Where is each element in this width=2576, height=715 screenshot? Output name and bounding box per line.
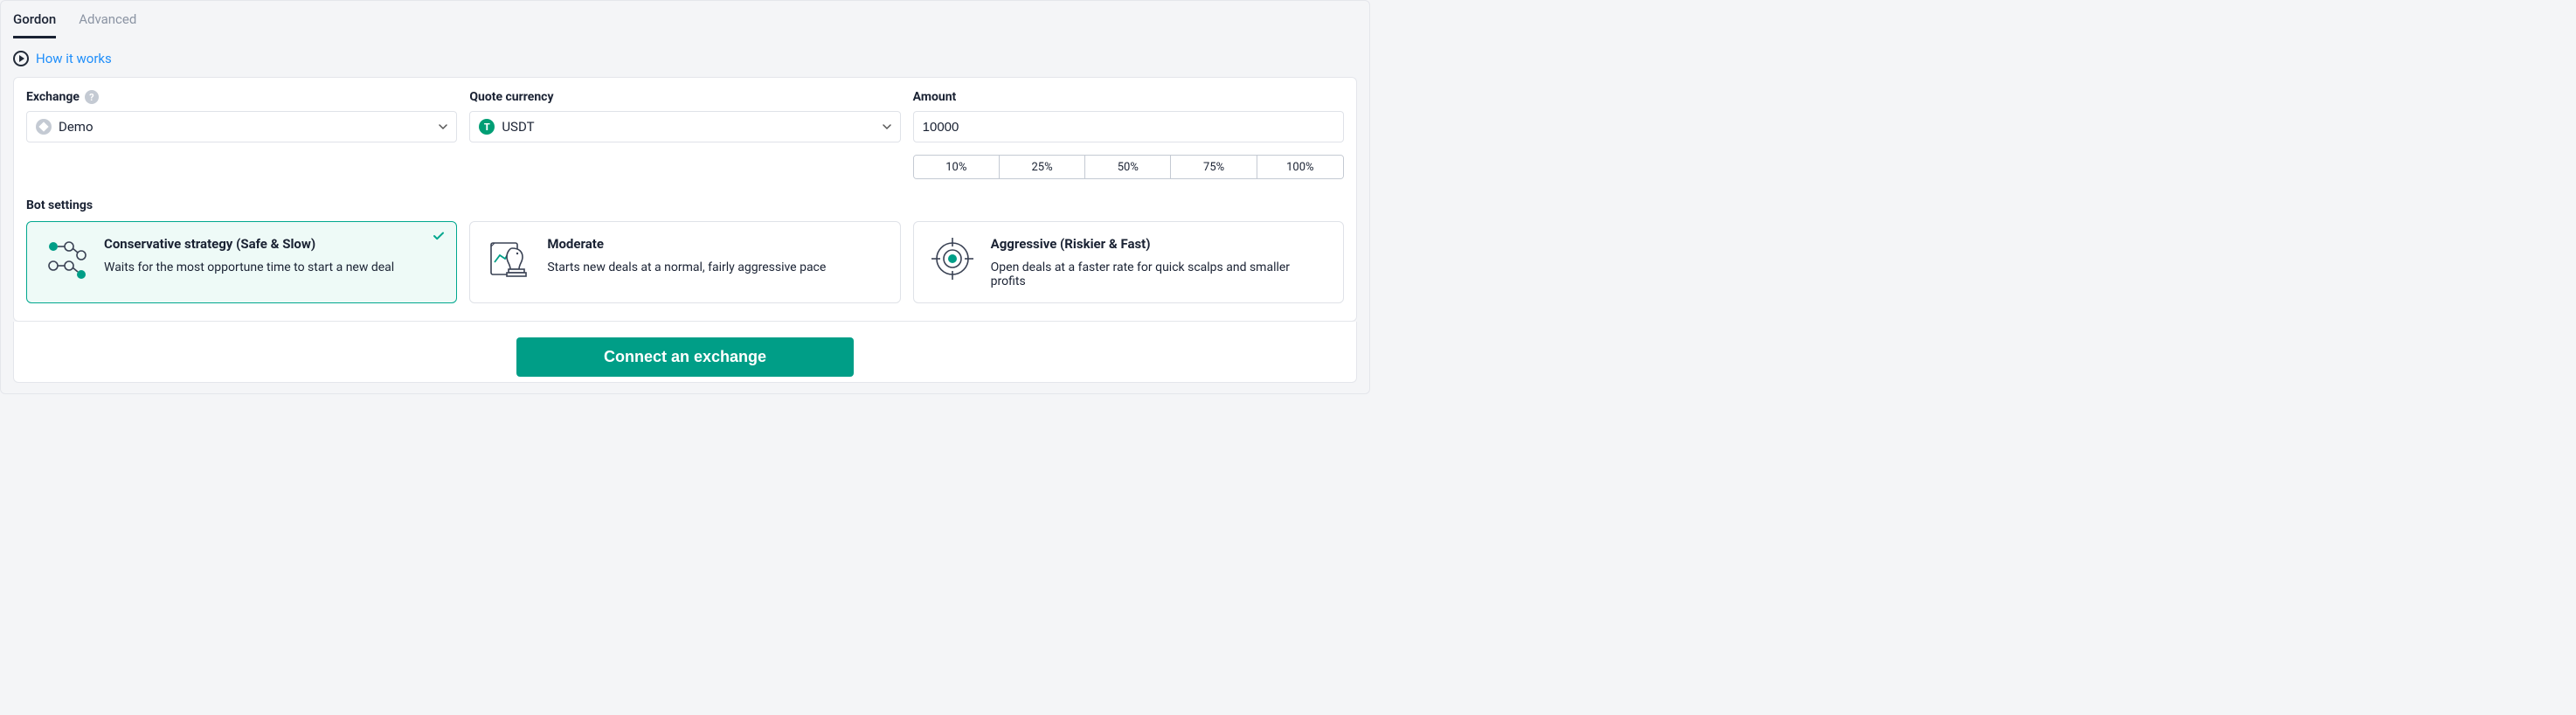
quote-currency-label: Quote currency bbox=[469, 90, 553, 104]
strategy-moderate-desc: Starts new deals at a normal, fairly agg… bbox=[547, 260, 826, 274]
tab-gordon[interactable]: Gordon bbox=[13, 6, 56, 38]
strategy-moderate[interactable]: Moderate Starts new deals at a normal, f… bbox=[469, 221, 900, 303]
exchange-field: Exchange ? Demo bbox=[26, 90, 457, 179]
pct-100-button[interactable]: 100% bbox=[1257, 156, 1343, 178]
demo-icon bbox=[36, 119, 52, 135]
quote-currency-value: USDT bbox=[502, 119, 534, 135]
chevron-down-icon bbox=[439, 122, 447, 131]
chess-chart-icon bbox=[486, 236, 531, 281]
chevron-down-icon bbox=[883, 122, 891, 131]
pct-50-button[interactable]: 50% bbox=[1085, 156, 1171, 178]
strategy-conservative-title: Conservative strategy (Safe & Slow) bbox=[104, 236, 394, 252]
tether-icon: T bbox=[479, 119, 495, 135]
cta-row: Connect an exchange bbox=[13, 322, 1357, 383]
exchange-select[interactable]: Demo bbox=[26, 111, 457, 142]
amount-input-wrapper bbox=[913, 111, 1344, 142]
how-it-works-link[interactable]: How it works bbox=[36, 51, 112, 66]
play-icon bbox=[13, 51, 29, 66]
how-it-works-row: How it works bbox=[1, 38, 1369, 77]
strategy-moderate-title: Moderate bbox=[547, 236, 826, 252]
config-card: Exchange ? Demo Quote currency bbox=[13, 77, 1357, 322]
exchange-label: Exchange bbox=[26, 90, 80, 104]
strategy-aggressive-desc: Open deals at a faster rate for quick sc… bbox=[991, 260, 1327, 288]
amount-field: Amount 10% 25% 50% 75% 100% bbox=[913, 90, 1344, 179]
strategy-conservative-desc: Waits for the most opportune time to sta… bbox=[104, 260, 394, 274]
amount-input[interactable] bbox=[923, 112, 1334, 142]
pct-75-button[interactable]: 75% bbox=[1171, 156, 1257, 178]
amount-label: Amount bbox=[913, 90, 957, 104]
check-icon bbox=[432, 229, 446, 243]
strategy-aggressive-title: Aggressive (Riskier & Fast) bbox=[991, 236, 1327, 252]
connect-exchange-button[interactable]: Connect an exchange bbox=[516, 337, 854, 377]
quote-currency-field: Quote currency T USDT bbox=[469, 90, 900, 179]
network-icon bbox=[43, 236, 88, 281]
tabs: Gordon Advanced bbox=[1, 1, 1369, 38]
quote-currency-select[interactable]: T USDT bbox=[469, 111, 900, 142]
tab-advanced[interactable]: Advanced bbox=[79, 6, 136, 38]
pct-25-button[interactable]: 25% bbox=[1000, 156, 1085, 178]
exchange-value: Demo bbox=[59, 119, 93, 135]
bot-settings-label: Bot settings bbox=[26, 198, 1344, 212]
strategy-aggressive[interactable]: Aggressive (Riskier & Fast) Open deals a… bbox=[913, 221, 1344, 303]
target-icon bbox=[930, 236, 975, 281]
strategy-conservative[interactable]: Conservative strategy (Safe & Slow) Wait… bbox=[26, 221, 457, 303]
help-icon[interactable]: ? bbox=[85, 90, 99, 104]
pct-10-button[interactable]: 10% bbox=[914, 156, 1000, 178]
percentage-buttons: 10% 25% 50% 75% 100% bbox=[913, 155, 1344, 179]
